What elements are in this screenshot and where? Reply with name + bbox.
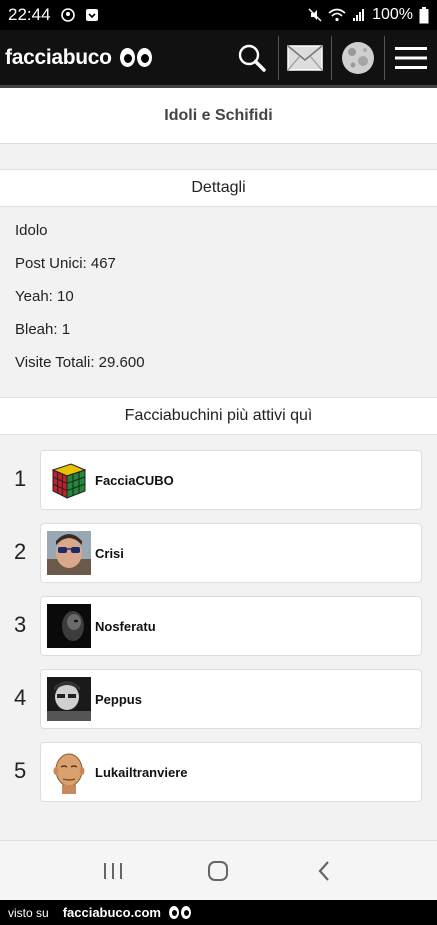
user-card[interactable]: Crisi [40, 523, 422, 583]
notification-icon [60, 8, 75, 22]
ranking-header: Facciabuchini più attivi quì [0, 397, 437, 435]
user-name[interactable]: Peppus [95, 692, 142, 707]
rank-number: 2 [14, 539, 27, 564]
rank-number: 3 [14, 612, 27, 637]
avatar [47, 604, 91, 648]
ranking-row: 2 Crisi [0, 523, 437, 583]
user-name[interactable]: Nosferatu [95, 619, 156, 634]
home-button[interactable] [198, 851, 238, 891]
mute-icon [308, 8, 322, 22]
moon-icon [342, 41, 374, 74]
back-icon [318, 860, 329, 881]
details-list: Idolo Post Unici: 467 Yeah: 10 Bleah: 1 … [15, 208, 145, 373]
user-name[interactable]: Lukailtranviere [95, 765, 188, 780]
ranking-row: 3 Nosferatu [0, 596, 437, 656]
detail-type: Idolo [15, 222, 48, 239]
user-card[interactable]: FacciaCUBO [40, 450, 422, 510]
battery-level: 100% [372, 6, 413, 23]
footer-site: facciabuco.com [62, 905, 161, 920]
footer-prefix: visto su [8, 905, 49, 920]
details-header: Dettagli [0, 169, 437, 207]
detail-yeah: Yeah: 10 [15, 288, 74, 305]
user-photo-avatar [47, 531, 91, 575]
detail-visite: Visite Totali: 29.600 [15, 354, 145, 371]
rubiks-cube-avatar [47, 458, 91, 502]
ranking-row: 1 FacciaCUBO [0, 450, 437, 510]
messages-button[interactable] [278, 35, 331, 80]
ranking-row: 5 Lukailtranviere [0, 742, 437, 802]
wifi-icon [328, 8, 346, 22]
search-icon [238, 44, 266, 72]
avatar [47, 458, 91, 502]
system-nav-bar [0, 840, 437, 900]
notifications-button[interactable] [331, 35, 384, 80]
avatar [47, 531, 91, 575]
watermark-footer: visto su facciabuco.com [0, 900, 437, 925]
cartoon-head-avatar [47, 750, 91, 794]
user-card[interactable]: Nosferatu [40, 596, 422, 656]
home-icon [208, 860, 229, 881]
mail-icon [287, 44, 323, 71]
avatar [47, 750, 91, 794]
user-photo-avatar [47, 604, 91, 648]
search-button[interactable] [225, 36, 278, 80]
user-card[interactable]: Peppus [40, 669, 422, 729]
brand-logo[interactable]: facciabuco [5, 46, 112, 70]
avatar [47, 677, 91, 721]
download-icon [85, 9, 98, 21]
back-button[interactable] [304, 851, 344, 891]
recent-apps-button[interactable] [93, 851, 133, 891]
rank-number: 4 [14, 685, 27, 710]
battery-icon [419, 6, 429, 23]
user-card[interactable]: Lukailtranviere [40, 742, 422, 802]
user-photo-avatar [47, 677, 91, 721]
app-header: facciabuco [0, 30, 437, 88]
user-name[interactable]: FacciaCUBO [95, 473, 174, 488]
recent-apps-icon [103, 862, 122, 879]
user-name[interactable]: Crisi [95, 546, 124, 561]
status-time: 22:44 [8, 5, 51, 24]
logo-eyes-icon [119, 48, 152, 67]
footer-eyes-icon [168, 906, 191, 919]
menu-icon [395, 46, 427, 69]
menu-button[interactable] [384, 35, 437, 80]
page-title: Idoli e Schifidi [0, 88, 437, 144]
ranking-row: 4 Peppus [0, 669, 437, 729]
signal-icon [353, 9, 365, 21]
rank-number: 1 [14, 466, 27, 491]
detail-bleah: Bleah: 1 [15, 321, 71, 338]
rank-number: 5 [14, 758, 27, 783]
status-bar: 22:44 100% [0, 0, 437, 30]
detail-post-unici: Post Unici: 467 [15, 255, 116, 272]
